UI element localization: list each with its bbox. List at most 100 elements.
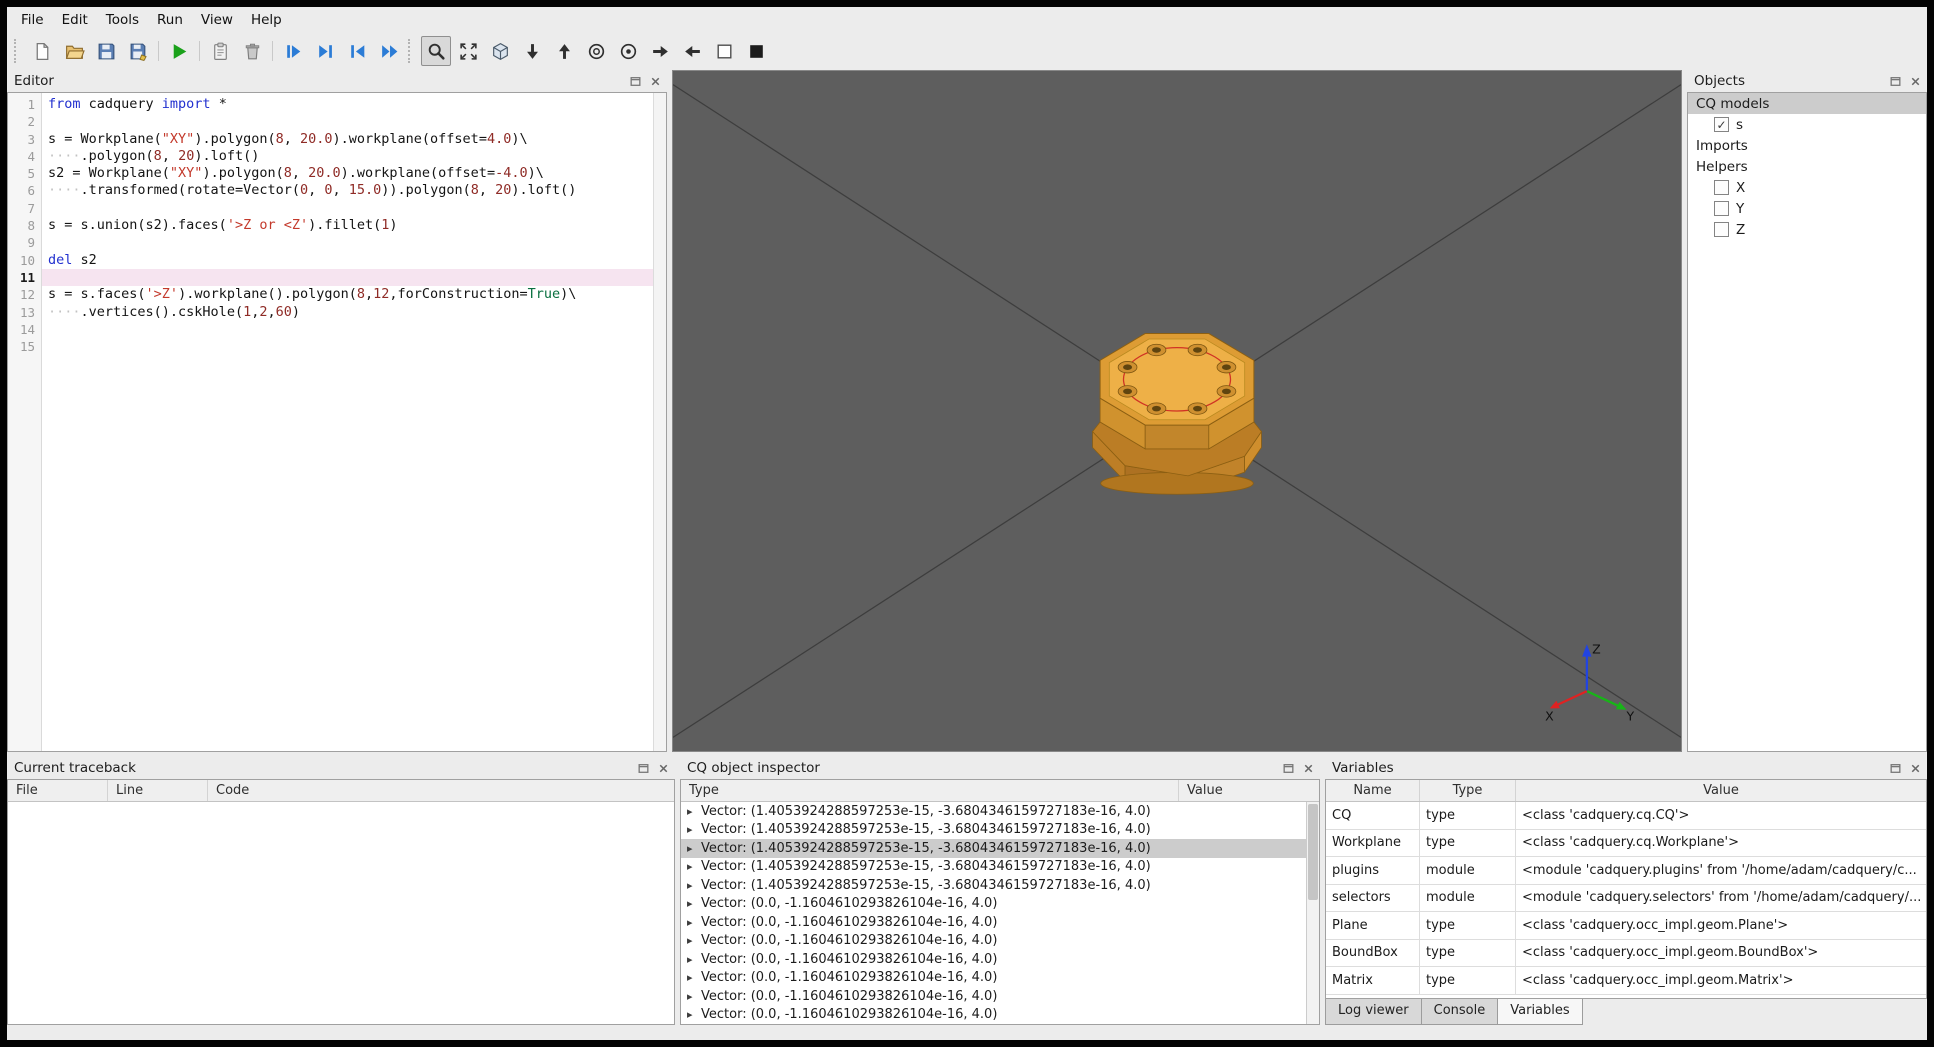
fit-all-button[interactable] bbox=[453, 36, 483, 66]
menu-item-help[interactable]: Help bbox=[242, 9, 291, 31]
tab-console[interactable]: Console bbox=[1420, 999, 1499, 1025]
inspector-row[interactable]: ▸ Vector: (1.4053924288597253e-15, -3.680… bbox=[681, 839, 1306, 858]
expand-arrow-icon[interactable]: ▸ bbox=[687, 879, 701, 892]
expand-arrow-icon[interactable]: ▸ bbox=[687, 971, 701, 984]
checkbox-s[interactable] bbox=[1714, 117, 1729, 132]
inspector-row[interactable]: ▸ Vector: (0.0, -1.1604610293826104e-16, … bbox=[681, 913, 1306, 932]
undock-panel-button[interactable] bbox=[1280, 760, 1297, 777]
variable-row-plane[interactable]: Plane type <class 'cadquery.occ_impl.geom.… bbox=[1326, 912, 1926, 940]
expand-arrow-icon[interactable]: ▸ bbox=[687, 934, 701, 947]
inspector-row[interactable]: ▸ Vector: (0.0, -1.1604610293826104e-16, … bbox=[681, 895, 1306, 914]
inspector-scrollbar-thumb[interactable] bbox=[1308, 804, 1318, 900]
column-header-name[interactable]: Name bbox=[1326, 780, 1420, 801]
right-view-button[interactable] bbox=[645, 36, 675, 66]
expand-arrow-icon[interactable]: ▸ bbox=[687, 860, 701, 873]
tree-item-x[interactable]: X bbox=[1688, 177, 1926, 198]
expand-arrow-icon[interactable]: ▸ bbox=[687, 990, 701, 1003]
expand-arrow-icon[interactable]: ▸ bbox=[687, 805, 701, 818]
undock-panel-button[interactable] bbox=[1887, 760, 1904, 777]
column-header-code[interactable]: Code bbox=[208, 780, 674, 801]
close-panel-button[interactable] bbox=[1907, 73, 1924, 90]
inspector-row[interactable]: ▸ Vector: (0.0, -1.1604610293826104e-16, … bbox=[681, 950, 1306, 969]
shaded-button[interactable] bbox=[741, 36, 771, 66]
inspector-row[interactable]: ▸ Vector: (1.4053924288597253e-15, -3.680… bbox=[681, 821, 1306, 840]
variable-row-cq[interactable]: CQ type <class 'cadquery.cq.CQ'> bbox=[1326, 802, 1926, 830]
close-panel-button[interactable] bbox=[655, 760, 672, 777]
toolbar-handle[interactable] bbox=[14, 39, 23, 63]
tree-item-y[interactable]: Y bbox=[1688, 198, 1926, 219]
inspector-row[interactable]: ▸ Vector: (0.0, -1.1604610293826104e-16, … bbox=[681, 932, 1306, 951]
undock-panel-button[interactable] bbox=[1887, 73, 1904, 90]
code-editor[interactable]: 1 2 3 4 5 6 7 8 9 10 11 12 13 14 15 from cadquery impo… bbox=[7, 92, 667, 752]
inspector-row[interactable]: ▸ Vector: (1.4053924288597253e-15, -3.680… bbox=[681, 876, 1306, 895]
front-view-button[interactable] bbox=[613, 36, 643, 66]
clipboard-button[interactable] bbox=[205, 36, 235, 66]
checkbox-x[interactable] bbox=[1714, 180, 1729, 195]
menu-item-view[interactable]: View bbox=[192, 9, 242, 31]
close-panel-button[interactable] bbox=[1300, 760, 1317, 777]
checkbox-y[interactable] bbox=[1714, 201, 1729, 216]
menu-item-file[interactable]: File bbox=[12, 9, 53, 31]
save-script-button[interactable] bbox=[91, 36, 121, 66]
bottom-view-button[interactable] bbox=[517, 36, 547, 66]
variable-row-workplane[interactable]: Workplane type <class 'cadquery.cq.Workpla… bbox=[1326, 829, 1926, 857]
expand-arrow-icon[interactable]: ▸ bbox=[687, 897, 701, 910]
variable-row-matrix[interactable]: Matrix type <class 'cadquery.occ_impl.geom… bbox=[1326, 967, 1926, 995]
column-header-type[interactable]: Type bbox=[1420, 780, 1516, 801]
tree-item-helpers[interactable]: Helpers bbox=[1688, 156, 1926, 177]
open-script-button[interactable] bbox=[59, 36, 89, 66]
undock-panel-button[interactable] bbox=[635, 760, 652, 777]
viewport-3d[interactable]: Z Y X bbox=[672, 70, 1682, 752]
iso-view-button[interactable] bbox=[485, 36, 515, 66]
inspector-row[interactable]: ▸ Vector: (0.0, -1.1604610293826104e-16, … bbox=[681, 987, 1306, 1006]
close-panel-button[interactable] bbox=[647, 73, 664, 90]
column-header-file[interactable]: File bbox=[8, 780, 108, 801]
code-area[interactable]: from cadquery import * s = Workplane("XY"… bbox=[42, 93, 666, 751]
cad-model[interactable] bbox=[1068, 308, 1286, 506]
inspector-row[interactable]: ▸ Vector: (0.0, -1.1604610293826104e-16, … bbox=[681, 1006, 1306, 1025]
inspector-scrollbar[interactable] bbox=[1306, 802, 1319, 1024]
editor-scrollbar[interactable] bbox=[653, 93, 666, 751]
inspector-row[interactable]: ▸ Vector: (1.4053924288597253e-15, -3.680… bbox=[681, 858, 1306, 877]
debug-step-in-button[interactable] bbox=[310, 36, 340, 66]
column-header-value[interactable]: Value bbox=[1179, 780, 1319, 801]
left-view-button[interactable] bbox=[677, 36, 707, 66]
tree-item-imports[interactable]: Imports bbox=[1688, 135, 1926, 156]
close-panel-button[interactable] bbox=[1907, 760, 1924, 777]
tab-variables[interactable]: Variables bbox=[1497, 999, 1583, 1025]
debug-continue-button[interactable] bbox=[374, 36, 404, 66]
inspector-row[interactable]: ▸ Vector: (1.4053924288597253e-15, -3.680… bbox=[681, 802, 1306, 821]
debug-step-button[interactable] bbox=[278, 36, 308, 66]
inspector-row[interactable]: ▸ Vector: (0.0, -1.1604610293826104e-16, … bbox=[681, 969, 1306, 988]
variable-row-boundbox[interactable]: BoundBox type <class 'cadquery.occ_impl.ge… bbox=[1326, 939, 1926, 967]
expand-arrow-icon[interactable]: ▸ bbox=[687, 953, 701, 966]
wireframe-button[interactable] bbox=[709, 36, 739, 66]
undock-panel-button[interactable] bbox=[627, 73, 644, 90]
checkbox-z[interactable] bbox=[1714, 222, 1729, 237]
menu-item-tools[interactable]: Tools bbox=[97, 9, 148, 31]
tree-item-z[interactable]: Z bbox=[1688, 219, 1926, 240]
column-header-type[interactable]: Type bbox=[681, 780, 1179, 801]
delete-button[interactable] bbox=[237, 36, 267, 66]
column-header-value[interactable]: Value bbox=[1516, 780, 1926, 801]
save-as-script-button[interactable] bbox=[123, 36, 153, 66]
render-button[interactable] bbox=[164, 36, 194, 66]
zoom-fit-button[interactable] bbox=[421, 36, 451, 66]
expand-arrow-icon[interactable]: ▸ bbox=[687, 1008, 701, 1021]
menu-item-run[interactable]: Run bbox=[148, 9, 192, 31]
expand-arrow-icon[interactable]: ▸ bbox=[687, 916, 701, 929]
back-view-button[interactable] bbox=[581, 36, 611, 66]
expand-arrow-icon[interactable]: ▸ bbox=[687, 823, 701, 836]
menu-item-edit[interactable]: Edit bbox=[53, 9, 97, 31]
variable-row-selectors[interactable]: selectors module <module 'cadquery.selecto… bbox=[1326, 884, 1926, 912]
top-view-button[interactable] bbox=[549, 36, 579, 66]
column-header-line[interactable]: Line bbox=[108, 780, 208, 801]
toolbar-handle[interactable] bbox=[408, 39, 417, 63]
tab-log-viewer[interactable]: Log viewer bbox=[1325, 999, 1422, 1025]
expand-arrow-icon[interactable]: ▸ bbox=[687, 842, 701, 855]
debug-return-button[interactable] bbox=[342, 36, 372, 66]
tree-item-cq-models[interactable]: CQ models bbox=[1688, 93, 1926, 114]
new-script-button[interactable] bbox=[27, 36, 57, 66]
tree-item-s[interactable]: s bbox=[1688, 114, 1926, 135]
variable-row-plugins[interactable]: plugins module <module 'cadquery.plugins' … bbox=[1326, 857, 1926, 885]
